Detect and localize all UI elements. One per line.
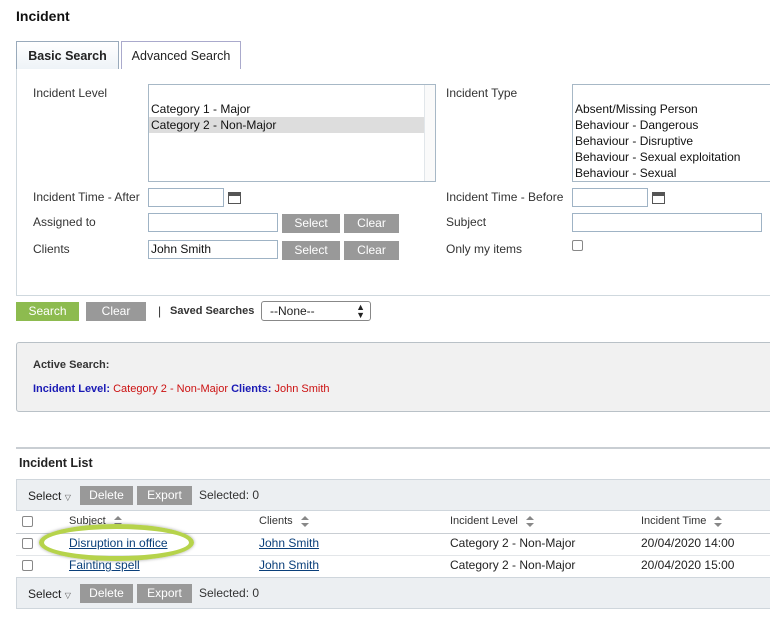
clients-label: Clients <box>33 242 70 256</box>
assigned-select-button[interactable]: Select <box>282 214 340 233</box>
incident-level-option[interactable]: Category 1 - Major <box>149 101 426 117</box>
active-level-value: Category 2 - Non-Major <box>113 383 229 395</box>
incident-level-label: Incident Level <box>33 86 108 100</box>
column-header-clients[interactable]: Clients <box>259 515 310 527</box>
incident-level-cell: Category 2 - Non-Major <box>450 558 576 572</box>
separator: | <box>158 304 162 318</box>
clients-select-button[interactable]: Select <box>282 241 340 260</box>
row-checkbox[interactable] <box>22 560 33 571</box>
only-my-items-label: Only my items <box>446 242 523 256</box>
updown-icon: ▲ ▼ <box>356 302 365 320</box>
tab-advanced-search[interactable]: Advanced Search <box>121 41 241 69</box>
column-header-time[interactable]: Incident Time <box>641 515 723 527</box>
sort-icon <box>300 515 310 527</box>
client-link[interactable]: John Smith <box>259 536 319 550</box>
bulk-select-label: Select <box>28 587 62 601</box>
time-before-label: Incident Time - Before <box>446 190 564 204</box>
clients-clear-button[interactable]: Clear <box>344 241 399 260</box>
page-title: Incident <box>16 8 70 24</box>
saved-searches-label: Saved Searches <box>170 305 255 317</box>
incident-type-option[interactable]: Behaviour - Sexual exploitation <box>573 149 770 165</box>
delete-button[interactable]: Delete <box>80 486 133 505</box>
active-clients-value: John Smith <box>274 383 330 395</box>
active-level-label: Incident Level: <box>33 383 111 395</box>
calendar-icon[interactable] <box>228 192 241 204</box>
highlight-ellipse <box>39 524 194 561</box>
assigned-label: Assigned to <box>33 215 96 229</box>
incident-level-listbox[interactable]: Category 1 - Major Category 2 - Non-Majo… <box>148 84 436 182</box>
search-button[interactable]: Search <box>16 302 79 321</box>
only-my-items-checkbox[interactable] <box>572 240 583 251</box>
assigned-input[interactable] <box>148 213 278 232</box>
chevron-down-icon: ▽ <box>64 493 71 502</box>
delete-button[interactable]: Delete <box>80 584 133 603</box>
assigned-clear-button[interactable]: Clear <box>344 214 399 233</box>
bulk-select-label: Select <box>28 489 62 503</box>
incident-level-option-selected[interactable]: Category 2 - Non-Major <box>149 117 426 133</box>
incident-list-heading: Incident List <box>19 456 93 470</box>
sort-icon <box>714 515 723 527</box>
subject-label: Subject <box>446 215 487 229</box>
active-search-box <box>16 342 770 412</box>
incident-time-cell: 20/04/2020 15:00 <box>641 558 735 572</box>
column-header-level[interactable]: Incident Level <box>450 515 535 527</box>
time-after-input[interactable] <box>148 188 224 207</box>
subject-input[interactable] <box>572 213 762 232</box>
client-link[interactable]: John Smith <box>259 558 319 572</box>
incident-type-label: Incident Type <box>446 86 518 100</box>
incident-type-option[interactable]: Behaviour - Dangerous <box>573 117 770 133</box>
incident-type-option[interactable]: Behaviour - Sexual <box>573 165 770 181</box>
incident-type-option[interactable]: Behaviour - Disruptive <box>573 133 770 149</box>
chevron-down-icon: ▽ <box>64 591 71 600</box>
selected-count: Selected: 0 <box>199 488 260 502</box>
incident-level-scrollbar[interactable] <box>424 85 435 181</box>
time-after-label: Incident Time - After <box>33 190 140 204</box>
saved-searches-select[interactable]: --None-- ▲ ▼ <box>261 301 371 321</box>
bulk-select-dropdown[interactable]: Select ▽ <box>28 587 71 601</box>
saved-searches-value: --None-- <box>270 304 315 318</box>
selected-count: Selected: 0 <box>199 586 260 600</box>
clear-search-button[interactable]: Clear <box>86 302 146 321</box>
bulk-select-dropdown[interactable]: Select ▽ <box>28 489 71 503</box>
incident-type-option[interactable]: Absent/Missing Person <box>573 101 770 117</box>
active-clients-label: Clients: <box>231 383 272 395</box>
tab-basic-search[interactable]: Basic Search <box>16 41 119 69</box>
active-search-summary: Incident Level: Category 2 - Non-Major C… <box>33 383 330 395</box>
active-search-heading: Active Search: <box>33 359 110 371</box>
incident-type-listbox[interactable]: Absent/Missing Person Behaviour - Danger… <box>572 84 770 182</box>
incident-level-cell: Category 2 - Non-Major <box>450 536 576 550</box>
select-all-checkbox[interactable] <box>22 516 33 527</box>
time-before-input[interactable] <box>572 188 648 207</box>
incident-time-cell: 20/04/2020 14:00 <box>641 536 735 550</box>
clients-input[interactable]: John Smith <box>148 240 278 259</box>
export-button[interactable]: Export <box>137 584 192 603</box>
sort-icon <box>525 515 535 527</box>
export-button[interactable]: Export <box>137 486 192 505</box>
calendar-icon[interactable] <box>652 192 665 204</box>
row-checkbox[interactable] <box>22 538 33 549</box>
